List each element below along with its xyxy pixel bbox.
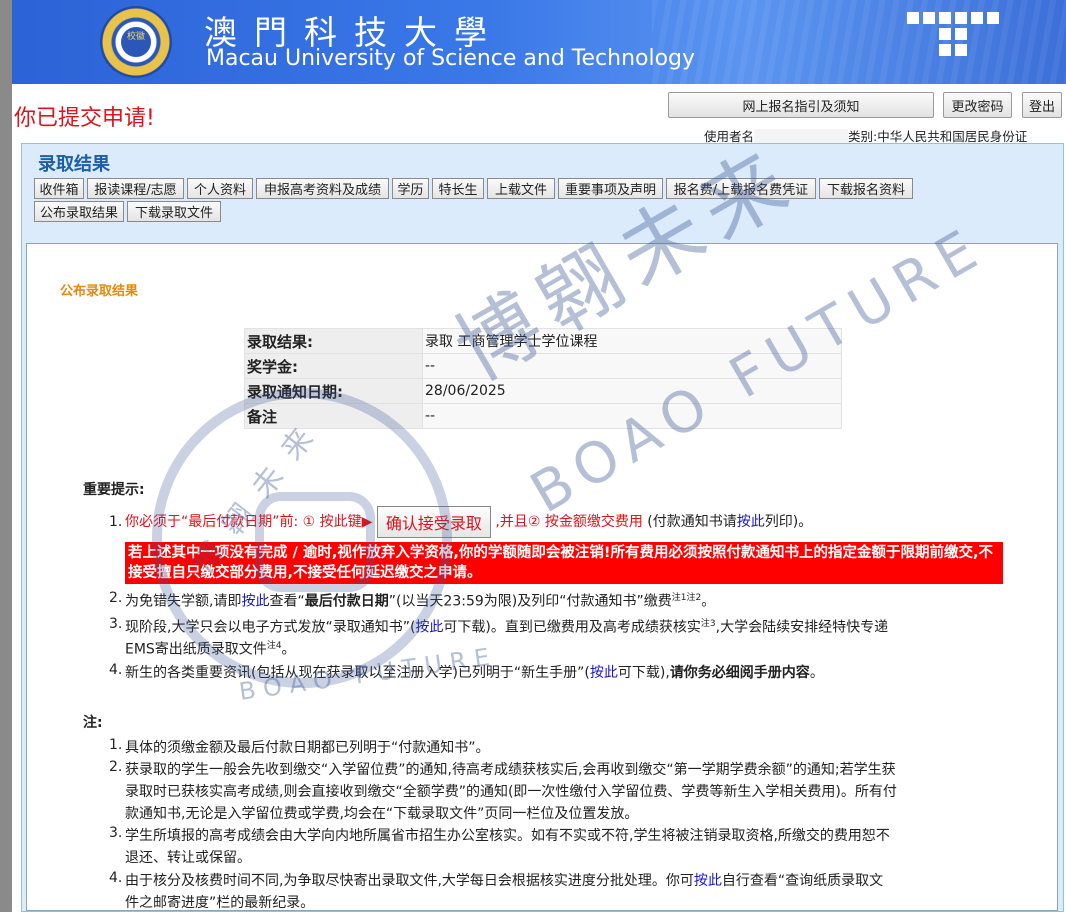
change-password-button[interactable]: 更改密码 [943, 92, 1012, 118]
notes-title: 注: [83, 715, 103, 731]
item-text: 新生的各类重要资讯(包括从现在获录取以至注册入学)已列明于“新生手册”( [125, 665, 590, 681]
item-text: EMS寄出纸质录取文件 [125, 641, 267, 658]
item-text: 。 [281, 641, 296, 658]
application-guide-button[interactable]: 网上报名指引及须知 [668, 92, 934, 118]
list-number: 3. [109, 825, 123, 841]
id-document-type: 类别:中华人民共和国居民身份证 [848, 129, 1028, 144]
notice-date-value: 28/06/2025 [422, 378, 842, 404]
list-number: 4. [109, 662, 123, 678]
tab-gaokao-scores[interactable]: 申报高考资料及成绩 [256, 178, 389, 199]
university-banner: 校徽 澳門科技大學 Macau University of Science an… [12, 0, 1066, 84]
note-1: 具体的须缴金额及最后付款日期都已列明于“付款通知书”。 [125, 740, 490, 756]
tab-inbox[interactable]: 收件箱 [34, 178, 84, 199]
content-area: 公布录取结果 录取结果: 录取 工商管理学士学位课程 奖学金: -- 录取通知日… [26, 243, 1058, 911]
university-seal-icon: 校徽 [100, 6, 172, 78]
panel-title: 录取结果 [38, 154, 110, 175]
note-2-line-1: 获录取的学生一般会先收到缴交“入学留位费”的通知,待高考成绩获核实后,会再收到缴… [125, 762, 896, 778]
tab-personal-info[interactable]: 个人资料 [187, 178, 253, 199]
redacted-user-info [754, 129, 849, 143]
print-payment-notice-link[interactable]: 按此 [737, 514, 765, 530]
result-label: 录取结果: [244, 328, 423, 354]
warning-banner: 若上述其中一项没有完成 / 逾时,视作放弃入学资格,你的学额随即会被注销!所有费… [125, 542, 1003, 584]
tab-important-declarations[interactable]: 重要事项及声明 [558, 178, 663, 199]
table-row: 备注 -- [244, 403, 842, 429]
handbook-emphasis: 请你务必细阅手册内容 [669, 665, 810, 681]
scholarship-label: 奖学金: [244, 353, 423, 379]
check-mailing-progress-link[interactable]: 按此 [694, 873, 722, 889]
tab-upload-files[interactable]: 上载文件 [487, 178, 555, 199]
tab-application-fee[interactable]: 报名费/上载报名费凭证 [666, 178, 816, 199]
result-value: 录取 工商管理学士学位课程 [422, 328, 842, 354]
table-row: 录取通知日期: 28/06/2025 [244, 378, 842, 404]
item-text: 自行查看“查询纸质录取文 [721, 873, 884, 889]
notice-date-label: 录取通知日期: [244, 378, 423, 404]
important-notice-title: 重要提示: [83, 482, 145, 498]
footnote-ref: 注4 [266, 641, 282, 651]
deadline-emphasis: 最后付款日期 [304, 593, 389, 610]
important-item-4: 新生的各类重要资讯(包括从现在获录取以至注册入学)已列明于“新生手册”(按此可下… [125, 662, 824, 682]
item-text: 可下载), [617, 665, 670, 681]
list-number: 4. [109, 870, 123, 886]
note-4-line-1: 由于核分及核费时间不同,为争取尽快寄出录取文件,大学每日会根据核实进度分批处理。… [125, 870, 883, 890]
item-text: ”(以当天23:59为限)及列印“付款通知书”缴费 [388, 593, 672, 610]
submission-status-message: 你已提交申请! [14, 106, 155, 131]
tab-download-application[interactable]: 下载报名资料 [819, 178, 913, 199]
list-number: 1. [109, 514, 123, 530]
item-text: 。 [701, 593, 716, 610]
tab-download-admission-docs[interactable]: 下载录取文件 [127, 201, 221, 222]
important-item-2: 为免错失学额,请即按此查看“最后付款日期”(以当天23:59为限)及列印“付款通… [125, 590, 715, 611]
banner-architecture [652, 0, 1066, 84]
item-text: 由于核分及核费时间不同,为争取尽快寄出录取文件,大学每日会根据核实进度分批处理。… [125, 873, 694, 889]
university-name-english: Macau University of Science and Technolo… [206, 46, 696, 71]
note-3-line-2: 退还、转让或保留。 [125, 850, 251, 866]
logout-button[interactable]: 登出 [1022, 92, 1062, 118]
item-text: 为免错失学额,请即 [125, 593, 242, 610]
section-title: 公布录取结果 [60, 284, 139, 299]
important-item-3-line-2: EMS寄出纸质录取文件注4。 [125, 638, 296, 659]
user-name-label: 使用者名 [704, 129, 755, 144]
item-text: 查看“ [269, 593, 305, 610]
list-number: 2. [109, 590, 123, 606]
left-edge-bar [0, 0, 12, 912]
view-deadline-link[interactable]: 按此 [241, 594, 269, 610]
important-item-3-line-1: 现阶段,大学只会以电子方式发放“录取通知书”(按此可下载)。直到已缴费用及高考成… [125, 616, 888, 637]
seal-core: 校徽 [121, 27, 151, 57]
tab-program-choices[interactable]: 报读课程/志愿 [87, 178, 184, 199]
tab-education[interactable]: 学历 [392, 178, 429, 199]
table-row: 录取结果: 录取 工商管理学士学位课程 [244, 328, 842, 354]
payment-notice-text: (付款通知书请 [647, 514, 737, 530]
item-text: 。 [809, 665, 824, 681]
download-admission-notice-link[interactable]: 按此 [415, 620, 443, 636]
remarks-value: -- [422, 403, 842, 429]
list-number: 2. [109, 759, 123, 775]
admission-result-panel: 录取结果 收件箱 报读课程/志愿 个人资料 申报高考资料及成绩 学历 特长生 上… [21, 143, 1064, 912]
scholarship-value: -- [422, 353, 842, 379]
remarks-label: 备注 [244, 403, 423, 429]
download-handbook-link[interactable]: 按此 [590, 665, 618, 681]
note-3-line-1: 学生所填报的高考成绩会由大学向内地所属省市招生办公室核实。如有不实或不符,学生将… [125, 828, 890, 844]
note-2-line-2: 录取时已获核实高考成绩,则会直接收到缴交“全额学费”的通知(即一次性缴付入学留位… [125, 784, 897, 800]
footnote-ref: 注1注2 [671, 593, 702, 603]
pay-fee-instruction: ,并且② 按金额缴交费用 [495, 514, 643, 530]
note-2-line-3: 款通知书,无论是入学留位费或学费,均会在“下载录取文件”页同一栏位及位置发放。 [125, 806, 639, 822]
print-text: 列印)。 [764, 514, 813, 530]
table-row: 奖学金: -- [244, 353, 842, 379]
admission-result-table: 录取结果: 录取 工商管理学士学位课程 奖学金: -- 录取通知日期: 28/0… [244, 328, 842, 429]
item-text: ,大学会陆续安排经特快专递 [715, 619, 889, 636]
note-4-line-2: 件之邮寄进度”栏的最新纪录。 [125, 895, 315, 911]
list-number: 1. [109, 737, 123, 753]
important-item-1: 你必须于“最后付款日期”前: ① 按此键▶ 确认接受录取 ,并且② 按金额缴交费… [125, 506, 812, 538]
footnote-ref: 注3 [700, 619, 716, 629]
list-number: 3. [109, 616, 123, 632]
deadline-instruction: 你必须于“最后付款日期”前: ① 按此键▶ [125, 514, 373, 530]
confirm-accept-admission-button[interactable]: 确认接受录取 [376, 506, 491, 538]
tab-special-talent[interactable]: 特长生 [432, 178, 484, 199]
tab-admission-results[interactable]: 公布录取结果 [34, 201, 124, 222]
item-text: 可下载)。直到已缴费用及高考成绩获核实 [443, 619, 701, 636]
item-text: 现阶段,大学只会以电子方式发放“录取通知书”( [125, 619, 416, 636]
